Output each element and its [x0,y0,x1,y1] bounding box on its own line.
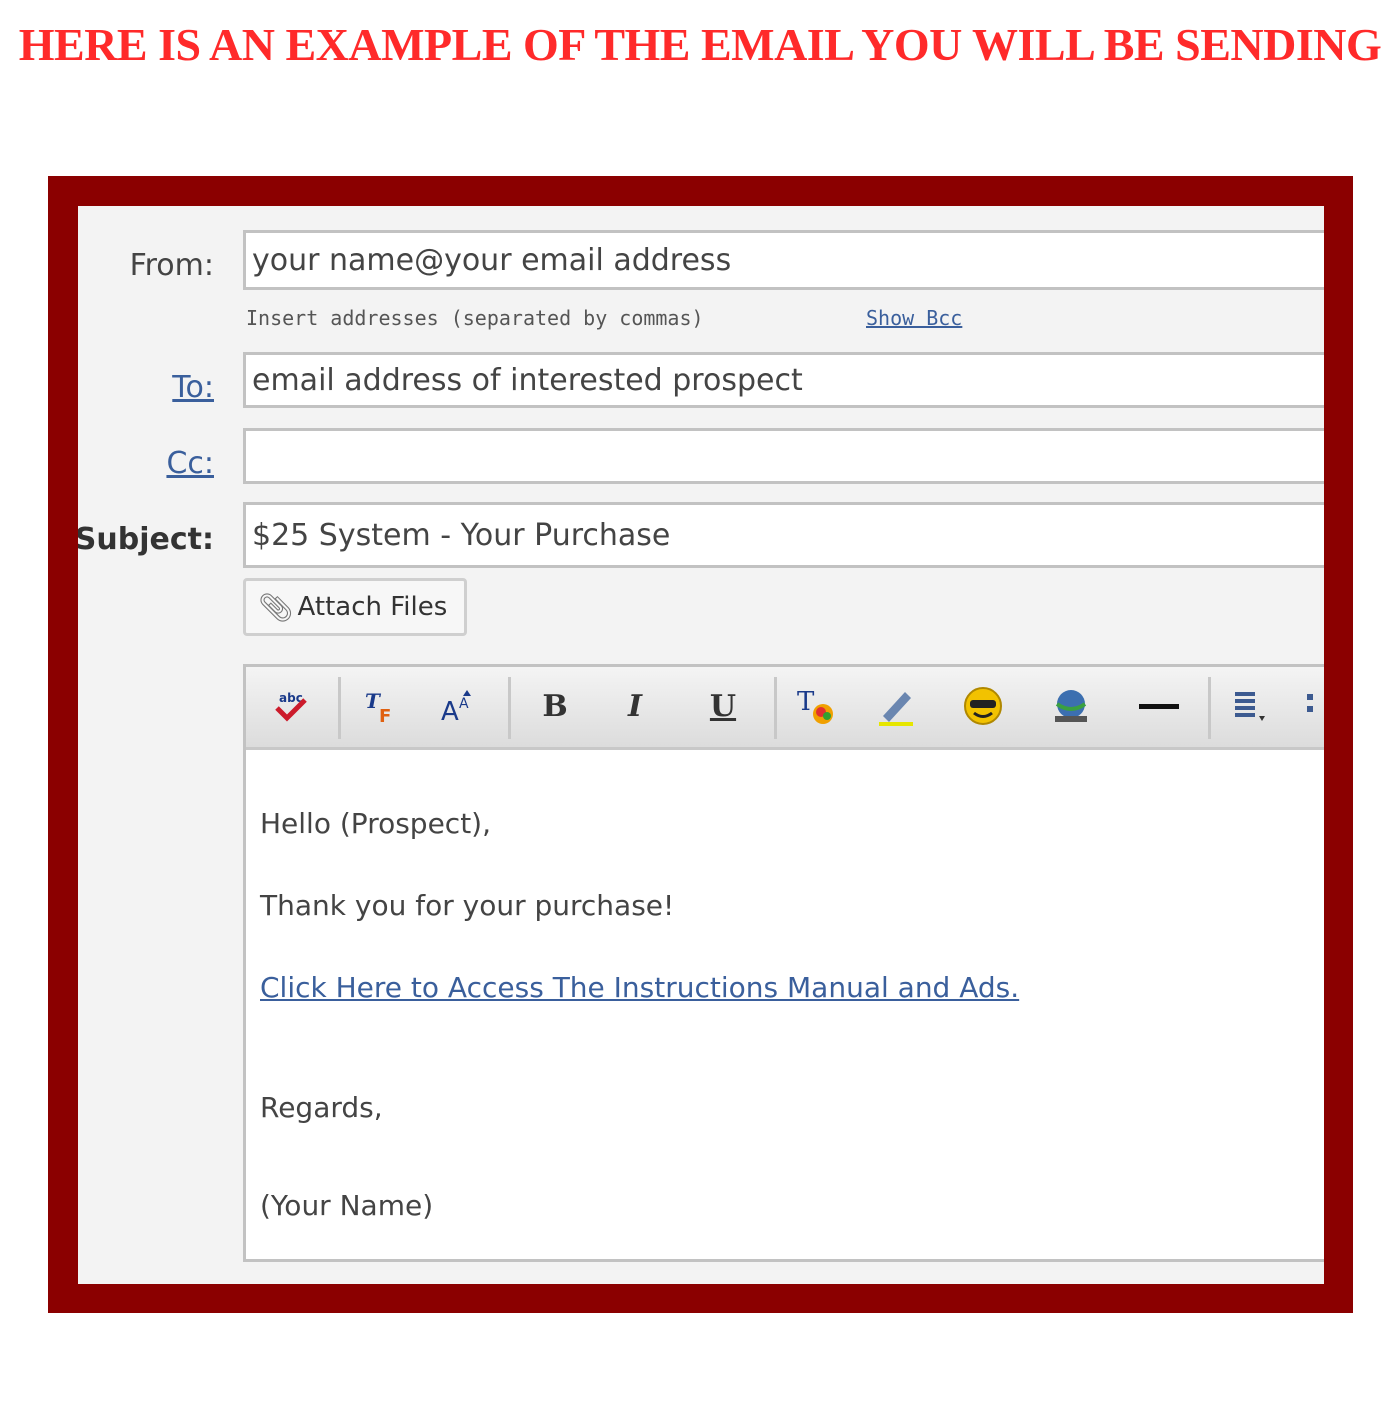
svg-text:A: A [441,697,459,726]
svg-text:T: T [797,687,815,717]
bold-button[interactable]: B [530,681,580,731]
regards-line: Regards, [260,1091,383,1124]
instructions-link[interactable]: Click Here to Access The Instructions Ma… [260,971,1019,1004]
show-bcc-link[interactable]: Show Bcc [866,306,962,330]
spellcheck-icon[interactable]: abc [266,681,316,731]
attach-files-label: Attach Files [297,592,448,622]
from-label: From: [129,248,214,283]
toolbar-separator [508,677,511,739]
align-icon[interactable] [1224,681,1274,731]
underline-button[interactable]: U [698,681,748,731]
svg-text:A: A [459,696,469,712]
svg-text:F: F [379,706,391,726]
text-color-icon[interactable]: T [792,681,842,731]
to-field[interactable]: email address of interested prospect [243,352,1324,408]
horizontal-rule-icon[interactable] [1134,681,1184,731]
emoticon-icon[interactable] [958,681,1008,731]
formatting-toolbar: abc TF AA B I U T [246,667,1324,750]
message-editor[interactable]: abc TF AA B I U T Hello (Prospect), Than… [243,664,1324,1262]
attach-files-button[interactable]: 📎︎ Attach Files [243,578,467,636]
signature-line: (Your Name) [260,1189,434,1222]
insert-image-icon[interactable] [1046,681,1096,731]
toolbar-separator [774,677,777,739]
to-link[interactable]: To: [172,370,214,405]
toolbar-separator [1208,677,1211,739]
subject-field[interactable]: $25 System - Your Purchase [243,502,1324,568]
list-icon[interactable] [1296,681,1324,731]
font-family-icon[interactable]: TF [356,681,406,731]
font-size-icon[interactable]: AA [434,681,484,731]
email-example-frame: From: your name@your email address Inser… [48,176,1353,1313]
compose-form: From: your name@your email address Inser… [78,206,1324,1284]
cc-field[interactable] [243,428,1324,484]
thanks-line: Thank you for your purchase! [260,889,675,922]
paperclip-icon: 📎︎ [258,590,294,624]
greeting-line: Hello (Prospect), [260,807,491,840]
highlight-icon[interactable] [872,681,922,731]
address-hint: Insert addresses (separated by commas) [246,306,704,330]
cc-link[interactable]: Cc: [166,446,214,481]
from-field[interactable]: your name@your email address [243,230,1324,290]
toolbar-separator [338,677,341,739]
italic-button[interactable]: I [610,681,660,731]
banner-heading: HERE IS AN EXAMPLE OF THE EMAIL YOU WILL… [18,19,1382,70]
subject-label: Subject: [78,522,214,557]
